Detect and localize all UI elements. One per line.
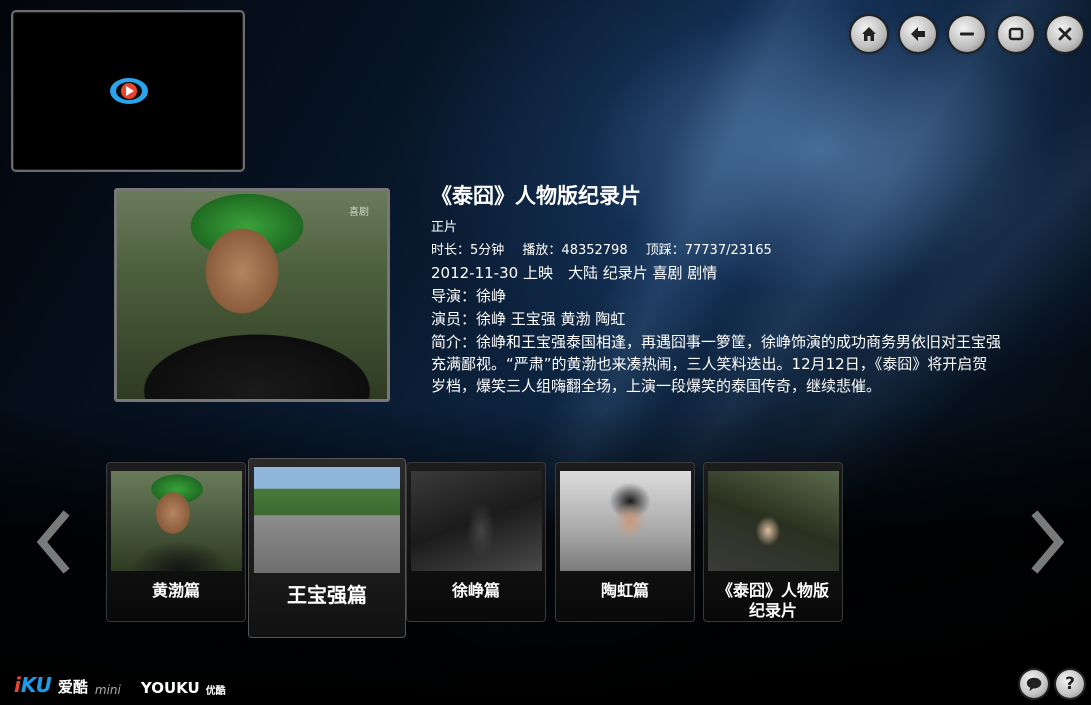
video-info: 《泰囧》人物版纪录片 正片 时长：5分钟 播放：48352798 顶踩：7773… xyxy=(431,180,1011,397)
mini-player[interactable] xyxy=(11,10,245,172)
episode-card-active[interactable]: 王宝强篇 xyxy=(248,458,406,638)
chevron-left-icon xyxy=(36,510,70,574)
iku-logo: iKU xyxy=(14,673,52,697)
poster-image: 喜剧 xyxy=(114,188,390,402)
close-button[interactable] xyxy=(1047,16,1083,52)
brand-logo: iKU 爱酷 mini YOUKU 优酷 xyxy=(14,673,226,697)
home-icon xyxy=(862,27,876,41)
youku-play-logo-icon xyxy=(110,78,148,104)
minimize-button[interactable] xyxy=(949,16,985,52)
maximize-button[interactable] xyxy=(998,16,1034,52)
poster-stamp: 喜剧 xyxy=(349,207,369,218)
youku-logo: YOUKU xyxy=(140,679,200,697)
release-info: 2012-11-30 上映 大陆 纪录片 喜剧 剧情 xyxy=(431,264,718,282)
feedback-button[interactable] xyxy=(1020,670,1048,698)
vote-count: 顶踩：77737/23165 xyxy=(645,243,772,258)
back-button[interactable] xyxy=(900,16,936,52)
back-arrow-icon xyxy=(911,27,925,41)
youku-logo-text: 优酷 xyxy=(205,686,226,697)
chat-bubble-icon xyxy=(1026,677,1042,692)
episode-card[interactable]: 徐峥篇 xyxy=(406,462,546,622)
video-category: 正片 xyxy=(431,220,458,235)
director: 导演：徐峥 xyxy=(431,287,507,305)
help-icon: ? xyxy=(1065,674,1075,694)
cast: 演员：徐峥 王宝强 黄渤 陶虹 xyxy=(431,310,626,328)
synopsis: 简介：徐峥和王宝强泰国相逢，再遇囧事一箩筐，徐峥饰演的成功商务男依旧对王宝强充满… xyxy=(431,333,1002,395)
video-meta: 时长：5分钟 播放：48352798 顶踩：77737/23165 xyxy=(431,239,1011,262)
video-title: 《泰囧》人物版纪录片 xyxy=(431,184,641,208)
episode-label: 黄渤篇 xyxy=(151,581,200,600)
episode-card[interactable]: 黄渤篇 xyxy=(106,462,246,622)
episode-label: 陶虹篇 xyxy=(600,581,649,600)
episode-thumbnail xyxy=(111,471,242,571)
mini-label: mini xyxy=(94,683,121,697)
maximize-icon xyxy=(1008,27,1024,41)
episode-thumbnail xyxy=(560,471,691,571)
footer-buttons: ? xyxy=(1020,670,1084,698)
chevron-right-icon xyxy=(1031,510,1065,574)
previous-arrow-button[interactable] xyxy=(32,510,72,574)
help-button[interactable]: ? xyxy=(1056,670,1084,698)
iku-logo-text: 爱酷 xyxy=(57,678,88,696)
home-button[interactable] xyxy=(851,16,887,52)
minimize-icon xyxy=(960,32,974,36)
episode-thumbnail xyxy=(411,471,542,571)
episode-label: 《泰囧》人物版 纪录片 xyxy=(716,581,829,620)
episode-card[interactable]: 《泰囧》人物版 纪录片 xyxy=(703,462,843,622)
episode-label: 王宝强篇 xyxy=(287,583,367,607)
episode-card[interactable]: 陶虹篇 xyxy=(555,462,695,622)
window-controls xyxy=(851,16,1083,52)
next-arrow-button[interactable] xyxy=(1029,510,1069,574)
play-count: 播放：48352798 xyxy=(522,243,628,258)
close-icon xyxy=(1058,27,1072,41)
episode-thumbnail xyxy=(254,467,400,573)
episode-thumbnail xyxy=(708,471,839,571)
duration: 时长：5分钟 xyxy=(431,243,505,258)
episode-label: 徐峥篇 xyxy=(451,581,500,600)
